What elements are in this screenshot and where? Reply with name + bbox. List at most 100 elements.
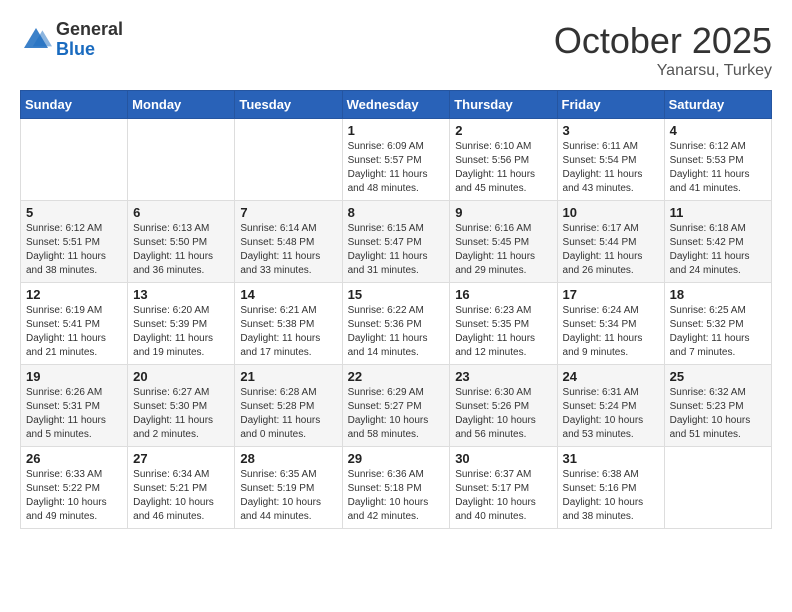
day-number: 5 xyxy=(26,205,122,220)
calendar-cell: 3 Sunrise: 6:11 AM Sunset: 5:54 PM Daylig… xyxy=(557,119,664,201)
day-info: Sunrise: 6:37 AM Sunset: 5:17 PM Dayligh… xyxy=(455,468,551,524)
day-info: Sunrise: 6:34 AM Sunset: 5:21 PM Dayligh… xyxy=(133,468,229,524)
day-info: Sunrise: 6:33 AM Sunset: 5:22 PM Dayligh… xyxy=(26,468,122,524)
calendar-cell: 5Sunrise: 6:12 AM Sunset: 5:51 PM Daylig… xyxy=(21,201,128,283)
month-title: October 2025 xyxy=(554,20,772,62)
day-number: 25 xyxy=(670,369,766,384)
calendar-cell: 18Sunrise: 6:25 AM Sunset: 5:32 PM Dayli… xyxy=(664,283,771,365)
calendar-cell: 27 Sunrise: 6:34 AM Sunset: 5:21 PM Dayli… xyxy=(128,447,235,529)
calendar-cell: 4Sunrise: 6:12 AM Sunset: 5:53 PM Daylig… xyxy=(664,119,771,201)
day-number: 16 xyxy=(455,287,551,302)
day-number: 21 xyxy=(240,369,336,384)
calendar-cell: 29 Sunrise: 6:36 AM Sunset: 5:18 PM Dayli… xyxy=(342,447,450,529)
calendar-cell: 19 Sunrise: 6:26 AM Sunset: 5:31 PM Dayli… xyxy=(21,365,128,447)
calendar-cell xyxy=(235,119,342,201)
calendar-cell: 24 Sunrise: 6:31 AM Sunset: 5:24 PM Dayli… xyxy=(557,365,664,447)
day-info: Sunrise: 6:16 AM Sunset: 5:45 PM Dayligh… xyxy=(455,222,551,278)
calendar-week-1: 1Sunrise: 6:09 AM Sunset: 5:57 PM Daylig… xyxy=(21,119,772,201)
logo-text: General Blue xyxy=(56,20,123,60)
day-number: 19 xyxy=(26,369,122,384)
day-number: 7 xyxy=(240,205,336,220)
calendar-cell: 11 Sunrise: 6:18 AM Sunset: 5:42 PM Dayli… xyxy=(664,201,771,283)
calendar-week-2: 5Sunrise: 6:12 AM Sunset: 5:51 PM Daylig… xyxy=(21,201,772,283)
day-number: 20 xyxy=(133,369,229,384)
day-info: Sunrise: 6:29 AM Sunset: 5:27 PM Dayligh… xyxy=(348,386,445,442)
day-info: Sunrise: 6:31 AM Sunset: 5:24 PM Dayligh… xyxy=(563,386,659,442)
day-info: Sunrise: 6:21 AM Sunset: 5:38 PM Dayligh… xyxy=(240,304,336,360)
day-number: 11 xyxy=(670,205,766,220)
header-saturday: Saturday xyxy=(664,91,771,119)
logo: General Blue xyxy=(20,20,123,60)
title-block: October 2025 Yanarsu, Turkey xyxy=(554,20,772,80)
calendar-cell: 15Sunrise: 6:22 AM Sunset: 5:36 PM Dayli… xyxy=(342,283,450,365)
page-header: General Blue October 2025 Yanarsu, Turke… xyxy=(20,20,772,80)
header-wednesday: Wednesday xyxy=(342,91,450,119)
day-number: 9 xyxy=(455,205,551,220)
day-number: 27 xyxy=(133,451,229,466)
calendar-cell xyxy=(21,119,128,201)
day-info: Sunrise: 6:11 AM Sunset: 5:54 PM Dayligh… xyxy=(563,140,659,196)
day-info: Sunrise: 6:22 AM Sunset: 5:36 PM Dayligh… xyxy=(348,304,445,360)
day-info: Sunrise: 6:26 AM Sunset: 5:31 PM Dayligh… xyxy=(26,386,122,442)
day-number: 24 xyxy=(563,369,659,384)
day-info: Sunrise: 6:20 AM Sunset: 5:39 PM Dayligh… xyxy=(133,304,229,360)
calendar-cell: 23 Sunrise: 6:30 AM Sunset: 5:26 PM Dayli… xyxy=(450,365,557,447)
day-info: Sunrise: 6:24 AM Sunset: 5:34 PM Dayligh… xyxy=(563,304,659,360)
day-number: 31 xyxy=(563,451,659,466)
day-info: Sunrise: 6:15 AM Sunset: 5:47 PM Dayligh… xyxy=(348,222,445,278)
day-info: Sunrise: 6:28 AM Sunset: 5:28 PM Dayligh… xyxy=(240,386,336,442)
day-info: Sunrise: 6:14 AM Sunset: 5:48 PM Dayligh… xyxy=(240,222,336,278)
calendar-cell: 8 Sunrise: 6:15 AM Sunset: 5:47 PM Daylig… xyxy=(342,201,450,283)
calendar-cell: 6 Sunrise: 6:13 AM Sunset: 5:50 PM Daylig… xyxy=(128,201,235,283)
header-thursday: Thursday xyxy=(450,91,557,119)
day-info: Sunrise: 6:13 AM Sunset: 5:50 PM Dayligh… xyxy=(133,222,229,278)
calendar-week-5: 26 Sunrise: 6:33 AM Sunset: 5:22 PM Dayli… xyxy=(21,447,772,529)
day-number: 22 xyxy=(348,369,445,384)
calendar-cell xyxy=(128,119,235,201)
logo-general: General xyxy=(56,20,123,40)
calendar-cell: 22 Sunrise: 6:29 AM Sunset: 5:27 PM Dayli… xyxy=(342,365,450,447)
day-number: 6 xyxy=(133,205,229,220)
day-info: Sunrise: 6:30 AM Sunset: 5:26 PM Dayligh… xyxy=(455,386,551,442)
logo-icon xyxy=(20,24,52,56)
logo-blue: Blue xyxy=(56,40,123,60)
calendar-week-3: 12 Sunrise: 6:19 AM Sunset: 5:41 PM Dayli… xyxy=(21,283,772,365)
day-number: 2 xyxy=(455,123,551,138)
header-monday: Monday xyxy=(128,91,235,119)
calendar-table: SundayMondayTuesdayWednesdayThursdayFrid… xyxy=(20,90,772,529)
day-number: 17 xyxy=(563,287,659,302)
calendar-week-4: 19 Sunrise: 6:26 AM Sunset: 5:31 PM Dayli… xyxy=(21,365,772,447)
day-number: 10 xyxy=(563,205,659,220)
calendar-cell: 12 Sunrise: 6:19 AM Sunset: 5:41 PM Dayli… xyxy=(21,283,128,365)
day-info: Sunrise: 6:35 AM Sunset: 5:19 PM Dayligh… xyxy=(240,468,336,524)
day-number: 23 xyxy=(455,369,551,384)
day-number: 30 xyxy=(455,451,551,466)
day-number: 13 xyxy=(133,287,229,302)
day-number: 12 xyxy=(26,287,122,302)
calendar-cell: 14 Sunrise: 6:21 AM Sunset: 5:38 PM Dayli… xyxy=(235,283,342,365)
calendar-header-row: SundayMondayTuesdayWednesdayThursdayFrid… xyxy=(21,91,772,119)
day-number: 3 xyxy=(563,123,659,138)
calendar-cell: 1Sunrise: 6:09 AM Sunset: 5:57 PM Daylig… xyxy=(342,119,450,201)
calendar-cell: 10Sunrise: 6:17 AM Sunset: 5:44 PM Dayli… xyxy=(557,201,664,283)
day-info: Sunrise: 6:36 AM Sunset: 5:18 PM Dayligh… xyxy=(348,468,445,524)
day-number: 8 xyxy=(348,205,445,220)
calendar-cell: 21 Sunrise: 6:28 AM Sunset: 5:28 PM Dayli… xyxy=(235,365,342,447)
day-info: Sunrise: 6:18 AM Sunset: 5:42 PM Dayligh… xyxy=(670,222,766,278)
calendar-cell: 25 Sunrise: 6:32 AM Sunset: 5:23 PM Dayli… xyxy=(664,365,771,447)
day-number: 14 xyxy=(240,287,336,302)
day-info: Sunrise: 6:27 AM Sunset: 5:30 PM Dayligh… xyxy=(133,386,229,442)
day-number: 1 xyxy=(348,123,445,138)
calendar-cell: 20 Sunrise: 6:27 AM Sunset: 5:30 PM Dayli… xyxy=(128,365,235,447)
day-info: Sunrise: 6:12 AM Sunset: 5:53 PM Dayligh… xyxy=(670,140,766,196)
day-info: Sunrise: 6:19 AM Sunset: 5:41 PM Dayligh… xyxy=(26,304,122,360)
calendar-cell: 7 Sunrise: 6:14 AM Sunset: 5:48 PM Daylig… xyxy=(235,201,342,283)
calendar-cell: 9 Sunrise: 6:16 AM Sunset: 5:45 PM Daylig… xyxy=(450,201,557,283)
day-number: 18 xyxy=(670,287,766,302)
calendar-cell: 13 Sunrise: 6:20 AM Sunset: 5:39 PM Dayli… xyxy=(128,283,235,365)
day-number: 28 xyxy=(240,451,336,466)
day-info: Sunrise: 6:32 AM Sunset: 5:23 PM Dayligh… xyxy=(670,386,766,442)
day-info: Sunrise: 6:10 AM Sunset: 5:56 PM Dayligh… xyxy=(455,140,551,196)
day-number: 26 xyxy=(26,451,122,466)
day-number: 29 xyxy=(348,451,445,466)
